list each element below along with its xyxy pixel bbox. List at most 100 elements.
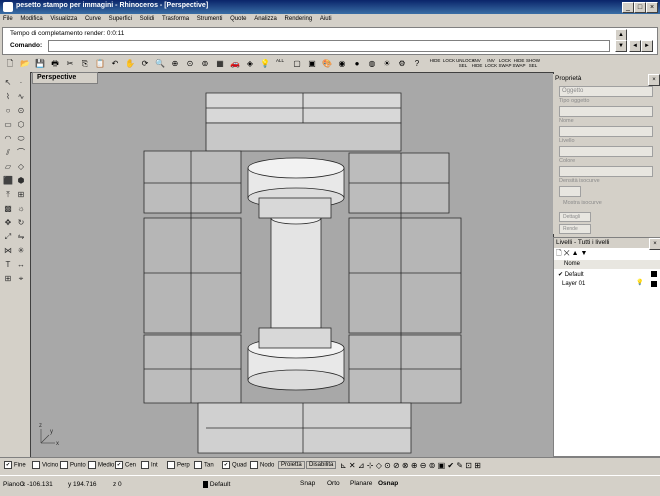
snap-toolbar-icons[interactable]: ⊾ ✕ ⊿ ⊹ ◇ ⊙ ⊘ ⊗ ⊕ ⊖ ⊚ ▣ ✔ ✎ ⊡ ⊞ bbox=[340, 461, 481, 470]
osnap-medio[interactable]: Medio bbox=[88, 461, 114, 469]
help-icon[interactable]: ? bbox=[410, 57, 424, 71]
proietta-button[interactable]: Proietta bbox=[278, 461, 305, 469]
lightbulb-icon[interactable]: 💡 bbox=[636, 279, 643, 286]
mirror-icon[interactable]: ⇋ bbox=[15, 231, 27, 243]
osnap-int[interactable]: Int bbox=[141, 461, 158, 469]
extrude-icon[interactable]: ⤒ bbox=[2, 189, 14, 201]
rende-button[interactable]: Rende bbox=[559, 224, 591, 234]
menu-strumenti[interactable]: Strumenti bbox=[194, 14, 226, 24]
colore-dropdown[interactable] bbox=[559, 166, 653, 177]
surface-icon[interactable]: ▱ bbox=[2, 161, 14, 173]
layer-row-default[interactable]: ✔ Default bbox=[558, 271, 584, 278]
paste-icon[interactable]: 📋 bbox=[93, 57, 107, 71]
render-preview-icon[interactable]: ● bbox=[350, 57, 364, 71]
orto-toggle[interactable]: Orto bbox=[327, 480, 340, 487]
osnap-fine[interactable]: ✔ Fine bbox=[4, 461, 26, 469]
menu-rendering[interactable]: Rendering bbox=[282, 14, 316, 24]
open-file-icon[interactable]: 📂 bbox=[18, 57, 32, 71]
layers-close-icon[interactable]: × bbox=[649, 238, 660, 250]
render-icon[interactable]: ◉ bbox=[335, 57, 349, 71]
rotate-view-icon[interactable]: ⟳ bbox=[138, 57, 152, 71]
offset-icon[interactable]: ⫽ bbox=[2, 147, 14, 159]
grid-icon[interactable]: ▦ bbox=[213, 57, 227, 71]
polyline-icon[interactable]: ⌇ bbox=[2, 91, 14, 103]
planare-toggle[interactable]: Planare bbox=[350, 480, 372, 487]
arc-icon[interactable]: ◠ bbox=[2, 133, 14, 145]
undo-icon[interactable]: ↶ bbox=[108, 57, 122, 71]
maximize-button[interactable]: □ bbox=[634, 2, 646, 13]
new-layer-icon[interactable]: 🗋 bbox=[556, 250, 562, 257]
properties-icon[interactable]: ⚙ bbox=[395, 57, 409, 71]
box-icon[interactable]: ⬛ bbox=[2, 175, 14, 187]
toolbar-label-inv-lock[interactable]: INV LOCK bbox=[484, 58, 498, 68]
nome-field[interactable] bbox=[559, 126, 653, 137]
color-icon[interactable]: 🎨 bbox=[320, 57, 334, 71]
dimension-icon[interactable]: ↔ bbox=[15, 259, 27, 271]
current-layer[interactable]: Default bbox=[203, 481, 230, 488]
save-icon[interactable]: 💾 bbox=[33, 57, 47, 71]
viewport-tab-perspective[interactable]: Perspective bbox=[32, 72, 98, 84]
osnap-perp[interactable]: Perp bbox=[167, 461, 190, 469]
analyze-icon[interactable]: ⌖ bbox=[15, 273, 27, 285]
curve-icon[interactable]: ∿ bbox=[15, 91, 27, 103]
new-file-icon[interactable]: 🗋 bbox=[3, 57, 17, 71]
circle-center-icon[interactable]: ⊙ bbox=[15, 105, 27, 117]
dettagli-button[interactable]: Dettagli bbox=[559, 212, 591, 222]
osnap-cen[interactable]: ✔ Cen bbox=[115, 461, 136, 469]
move-icon[interactable]: ✥ bbox=[2, 217, 14, 229]
layer-color-swatch[interactable] bbox=[651, 271, 657, 277]
circle-icon[interactable]: ○ bbox=[2, 105, 14, 117]
close-button[interactable]: × bbox=[646, 2, 658, 13]
osnap-toggle[interactable]: Osnap bbox=[378, 480, 398, 487]
toolbar-label-all[interactable]: ALL bbox=[273, 58, 287, 63]
cut-icon[interactable]: ✂ bbox=[63, 57, 77, 71]
mesh-icon[interactable]: ▩ bbox=[2, 203, 14, 215]
scale-icon[interactable]: ⤢ bbox=[2, 231, 14, 243]
toolbar-label-hide[interactable]: HIDE bbox=[428, 58, 442, 63]
layer-color-swatch[interactable] bbox=[651, 281, 657, 287]
osnap-quad[interactable]: ✔ Quad bbox=[222, 461, 247, 469]
livello-dropdown[interactable] bbox=[559, 146, 653, 157]
grid-snap-icon[interactable]: ⊞ bbox=[2, 273, 14, 285]
menu-analizza[interactable]: Analizza bbox=[251, 14, 280, 24]
lightbulb-icon[interactable]: 💡 bbox=[258, 57, 272, 71]
snap-toggle[interactable]: Snap bbox=[300, 480, 315, 487]
rectangle-icon[interactable]: ▭ bbox=[2, 119, 14, 131]
layer-row-layer01[interactable]: Layer 01 bbox=[562, 281, 585, 287]
osnap-punto[interactable]: Punto bbox=[60, 461, 86, 469]
toolbar-label-lock[interactable]: LOCK bbox=[442, 58, 456, 63]
perspective-viewport[interactable]: x y z bbox=[30, 72, 554, 459]
zoom-icon[interactable]: 🔍 bbox=[153, 57, 167, 71]
delete-layer-icon[interactable]: ✕ bbox=[564, 250, 570, 257]
layers-column-name[interactable]: Nome bbox=[554, 260, 660, 269]
pan-icon[interactable]: ✋ bbox=[123, 57, 137, 71]
panel-close-icon[interactable]: × bbox=[648, 74, 660, 86]
text-icon[interactable]: T bbox=[2, 259, 14, 271]
zoom-selected-icon[interactable]: ⊚ bbox=[198, 57, 212, 71]
shaded-icon[interactable]: ▣ bbox=[305, 57, 319, 71]
menu-trasforma[interactable]: Trasforma bbox=[159, 14, 192, 24]
command-input[interactable] bbox=[48, 40, 610, 52]
toolbar-label-inv-hide[interactable]: INV HIDE bbox=[470, 58, 484, 68]
toolbar-label-hide-swap[interactable]: HIDE SWAP bbox=[512, 58, 526, 68]
scroll-down-icon[interactable]: ▼ bbox=[615, 40, 627, 52]
wireframe-icon[interactable]: ▢ bbox=[290, 57, 304, 71]
select-arrow-icon[interactable]: ↖ bbox=[2, 77, 14, 89]
zoom-window-icon[interactable]: ⊕ bbox=[168, 57, 182, 71]
menu-visualizza[interactable]: Visualizza bbox=[47, 14, 80, 24]
explode-icon[interactable]: ✳ bbox=[15, 245, 27, 257]
layer-icon[interactable]: ◈ bbox=[243, 57, 257, 71]
object-dropdown[interactable]: Oggetto bbox=[559, 86, 653, 97]
menu-modifica[interactable]: Modifica bbox=[17, 14, 45, 24]
car-icon[interactable]: 🚗 bbox=[228, 57, 242, 71]
point-icon[interactable]: · bbox=[15, 77, 27, 89]
light-tool-icon[interactable]: ☼ bbox=[15, 203, 27, 215]
menu-superfici[interactable]: Superfici bbox=[106, 14, 135, 24]
fillet-icon[interactable]: ⌒ bbox=[15, 147, 27, 159]
loft-icon[interactable]: ◇ bbox=[15, 161, 27, 173]
previous-command-icon[interactable]: ◄ bbox=[629, 40, 641, 52]
ellipse-icon[interactable]: ⬭ bbox=[15, 133, 27, 145]
rotate-icon[interactable]: ↻ bbox=[15, 217, 27, 229]
menu-curve[interactable]: Curve bbox=[82, 14, 104, 24]
print-icon[interactable]: 🖶 bbox=[48, 57, 62, 71]
